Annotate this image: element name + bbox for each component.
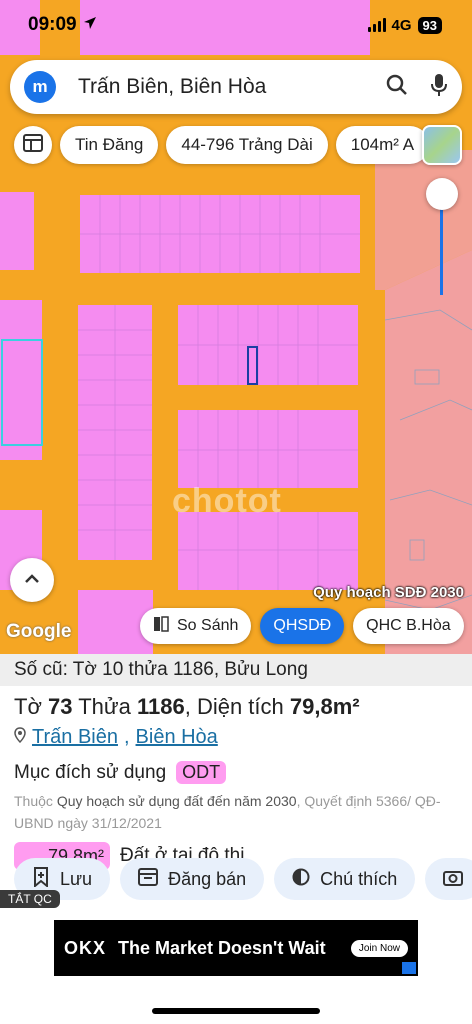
expand-panel-button[interactable] — [10, 558, 54, 602]
compare-icon — [153, 615, 169, 637]
sheet-number: 73 — [48, 694, 73, 719]
ad-logo: OKX — [64, 937, 107, 958]
chip-parcel-code[interactable]: 44-796 Trảng Dài — [166, 126, 328, 164]
camera-add-icon — [443, 868, 465, 891]
compare-button[interactable]: So Sánh — [140, 608, 252, 644]
google-logo: Google — [6, 621, 72, 642]
compare-label: So Sánh — [177, 617, 239, 634]
status-bar: 09:09 4G 93 — [0, 0, 472, 50]
clock: 09:09 — [28, 14, 77, 35]
battery-indicator: 93 — [417, 16, 442, 34]
ad-headline: The Market Doesn't Wait — [118, 937, 326, 958]
purpose-row: Mục đích sử dụng ODT — [0, 761, 472, 784]
calendar-chip[interactable] — [14, 126, 52, 164]
city-link[interactable]: Biên Hòa — [136, 726, 218, 749]
area-label: Diện tích — [196, 694, 284, 719]
status-indicators: 4G 93 — [367, 16, 442, 34]
plot-label: Thửa — [78, 694, 131, 719]
location-pin-icon — [14, 726, 26, 749]
signal-icon — [367, 18, 386, 32]
search-icon[interactable] — [386, 74, 408, 101]
location-row: Trấn Biên, Biên Hòa — [0, 726, 472, 749]
parcel-title: Tờ 73 Thửa 1186, Diện tích 79,8m² — [14, 694, 360, 719]
search-bar[interactable]: m Trấn Biên, Biên Hòa — [10, 60, 462, 114]
plan-note: Thuộc Quy hoạch sử dụng đất đến năm 2030… — [0, 790, 472, 834]
map-layer-label: Quy hoạch SDĐ 2030 — [313, 584, 464, 601]
ad-join-button[interactable]: Join Now — [350, 939, 408, 957]
network-type: 4G — [391, 16, 412, 34]
legend-button[interactable]: Chú thích — [274, 858, 416, 900]
chevron-up-icon — [24, 571, 40, 589]
table-icon — [23, 133, 43, 157]
qhsdd-button[interactable]: QHSDĐ — [260, 608, 345, 644]
listing-icon — [138, 867, 159, 891]
chip-tin-dang[interactable]: Tin Đăng — [60, 126, 159, 164]
ad-banner[interactable]: OKX The Market Doesn't Wait Join Now — [54, 920, 418, 976]
qhc-button[interactable]: QHC B.Hòa — [353, 608, 464, 644]
contrast-icon — [292, 868, 310, 891]
map-mode-buttons: So Sánh QHSDĐ QHC B.Hòa — [140, 608, 464, 644]
home-indicator[interactable] — [152, 1008, 320, 1014]
ward-link[interactable]: Trấn Biên — [32, 726, 118, 749]
note-prefix: Thuộc — [14, 793, 53, 809]
bookmark-add-icon — [32, 866, 50, 892]
purpose-label: Mục đích sử dụng — [14, 761, 167, 783]
hide-ads-button[interactable]: TẮT QC — [0, 890, 60, 908]
status-time: 09:09 — [28, 14, 97, 36]
plot-number: 1186 — [136, 694, 185, 719]
old-parcel-info: Số cũ: Tờ 10 thửa 1186, Bửu Long — [0, 654, 472, 686]
sheet-label: Tờ — [14, 694, 42, 719]
opacity-slider-knob[interactable] — [426, 178, 458, 210]
area-value: 79,8m² — [289, 694, 360, 719]
avatar[interactable]: m — [24, 71, 56, 103]
layer-toggle-button[interactable] — [422, 125, 462, 165]
location-arrow-icon — [83, 14, 97, 36]
purpose-badge: ODT — [176, 761, 227, 784]
legend-label: Chú thích — [320, 868, 398, 889]
screen: chotot 09:09 4G 93 m Trấn Biên, Biên Hòa — [0, 0, 472, 1024]
post-sale-button[interactable]: Đăng bán — [120, 858, 265, 900]
save-label: Lưu — [60, 868, 93, 889]
watermark: chotot — [172, 482, 282, 520]
ad-info-icon[interactable] — [402, 962, 416, 974]
chip-area[interactable]: 104m² A — [335, 126, 430, 164]
opacity-slider-track[interactable] — [440, 195, 443, 295]
filter-chips: Tin Đăng 44-796 Trảng Dài 104m² A — [14, 126, 472, 166]
note-plan: Quy hoạch sử dụng đất đến năm 2030 — [56, 793, 297, 809]
search-input[interactable]: Trấn Biên, Biên Hòa — [78, 75, 386, 99]
camera-button[interactable] — [425, 858, 472, 900]
action-buttons: Lưu Đăng bán Chú thích — [14, 858, 472, 900]
post-sale-label: Đăng bán — [168, 868, 247, 889]
microphone-icon[interactable] — [430, 73, 448, 102]
